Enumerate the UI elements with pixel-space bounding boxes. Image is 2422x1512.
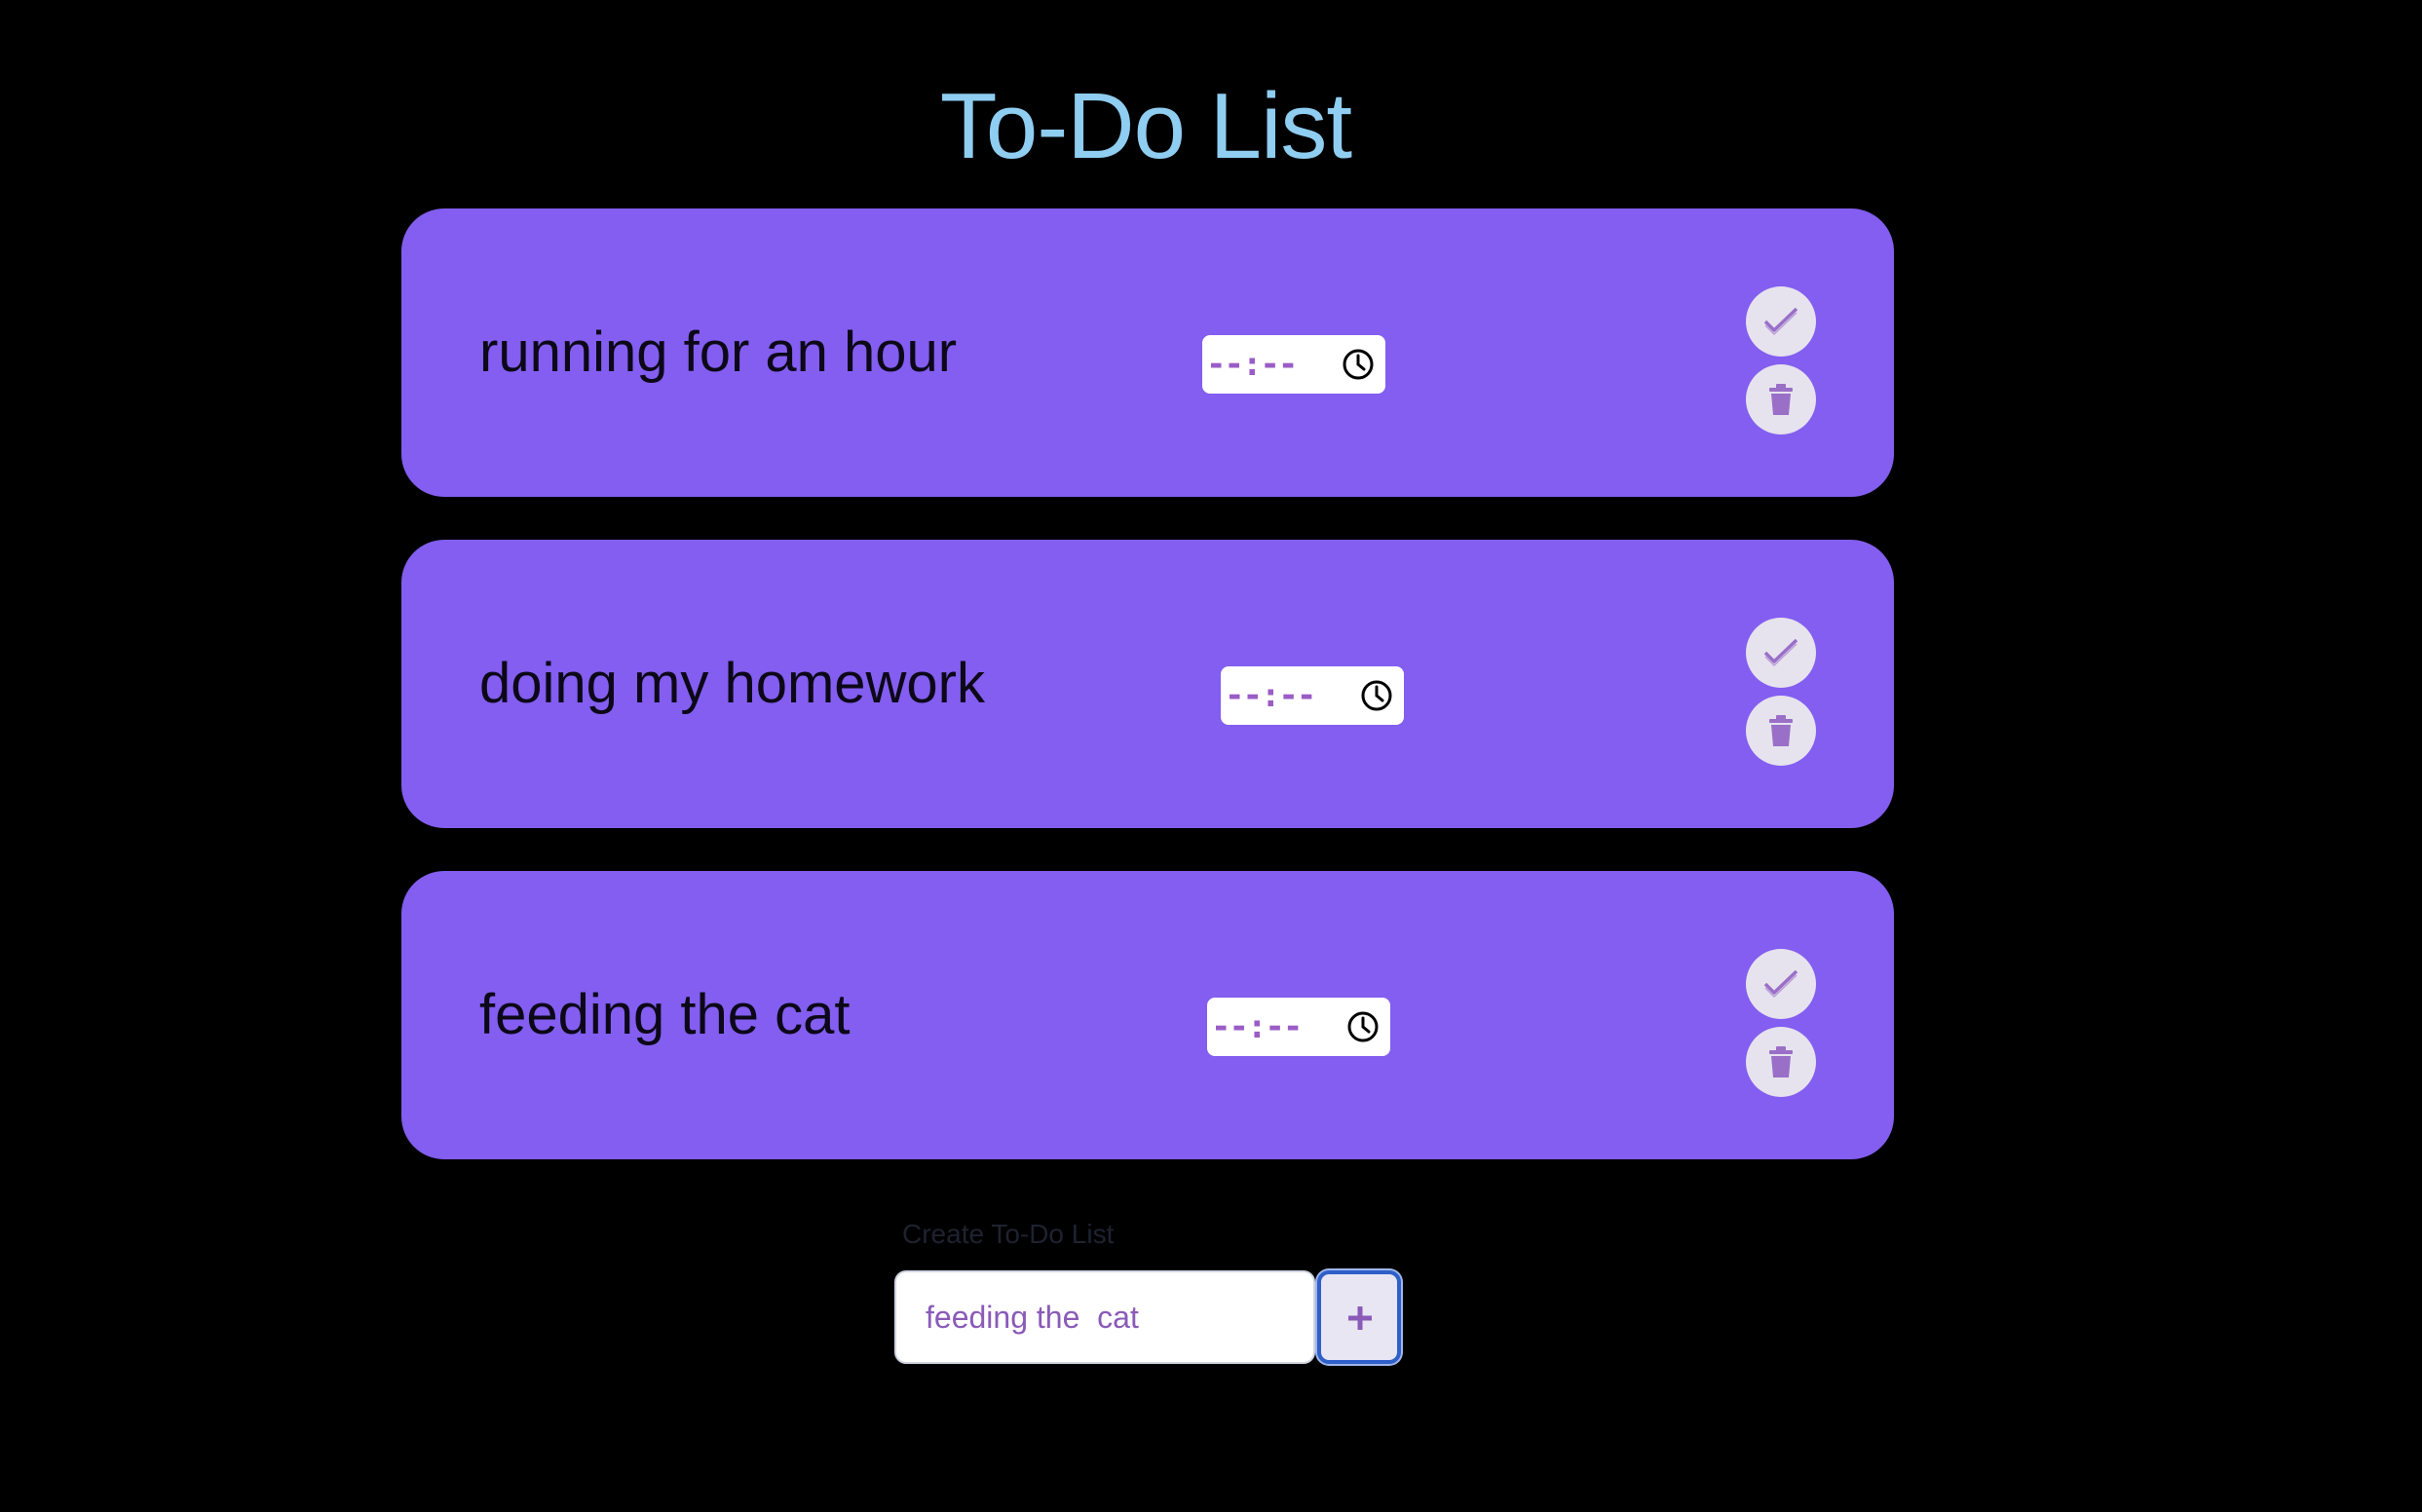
todo-app: To-Do List running for an hour --:-- doi… [0,0,2422,1512]
task-time-input[interactable]: --:-- [1221,666,1404,725]
task-text: running for an hour [479,321,958,384]
page-title: To-Do List [939,74,1352,178]
complete-task-button[interactable] [1746,949,1816,1019]
task-card: running for an hour --:-- [401,208,1894,497]
time-placeholder: --:-- [1206,345,1298,384]
clock-icon[interactable] [1341,347,1376,382]
add-todo-button[interactable] [1317,1270,1401,1364]
task-time-input[interactable]: --:-- [1207,998,1390,1056]
task-text: feeding the cat [479,983,851,1046]
complete-task-button[interactable] [1746,286,1816,357]
time-placeholder: --:-- [1225,676,1316,715]
trash-icon [1769,1046,1793,1077]
trash-icon [1769,384,1793,415]
checkmark-icon [1763,638,1798,666]
delete-task-button[interactable] [1746,1027,1816,1097]
delete-task-button[interactable] [1746,364,1816,435]
task-text: doing my homework [479,652,985,715]
task-card: doing my homework --:-- [401,540,1894,828]
create-todo-label: Create To-Do List [902,1219,1115,1249]
clock-icon[interactable] [1345,1009,1381,1044]
checkmark-icon [1763,307,1798,335]
new-todo-input[interactable] [894,1270,1315,1364]
plus-icon [1348,1306,1372,1330]
checkmark-icon [1763,969,1798,998]
trash-icon [1769,715,1793,746]
time-placeholder: --:-- [1211,1007,1303,1046]
clock-icon[interactable] [1359,678,1394,713]
delete-task-button[interactable] [1746,696,1816,766]
task-card: feeding the cat --:-- [401,871,1894,1159]
task-time-input[interactable]: --:-- [1202,335,1385,394]
complete-task-button[interactable] [1746,618,1816,688]
